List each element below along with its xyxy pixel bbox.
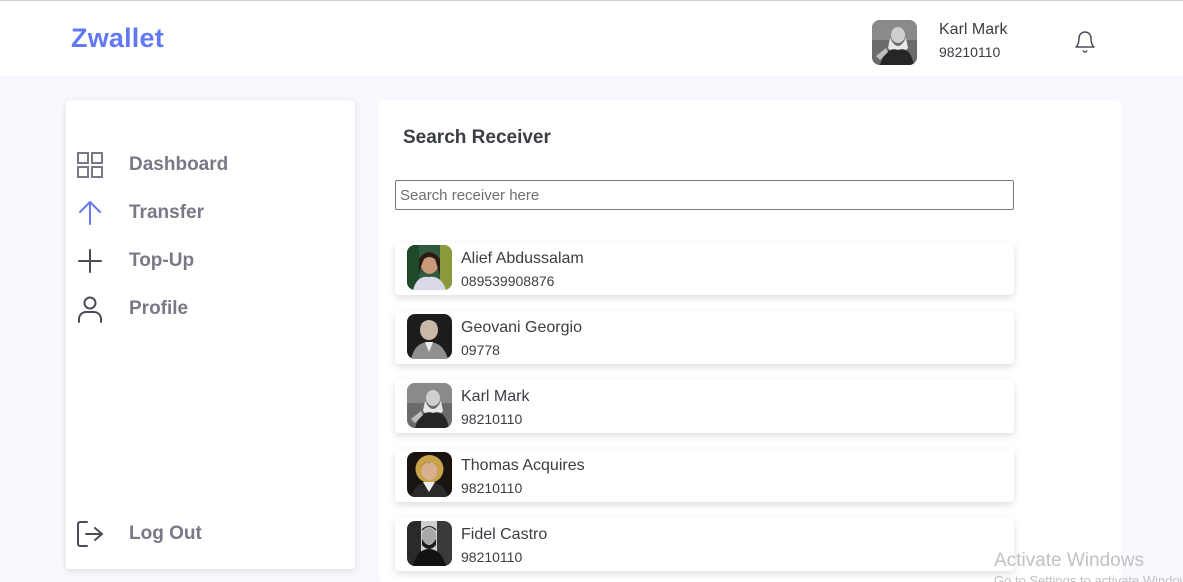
logout-label: Log Out <box>129 523 202 544</box>
receiver-name: Alief Abdussalam <box>461 250 584 267</box>
avatar <box>407 314 452 359</box>
receiver-name: Karl Mark <box>461 388 530 405</box>
receiver-card[interactable]: Alief Abdussalam 089539908876 <box>395 242 1014 295</box>
sidebar-item-dashboard[interactable]: Dashboard <box>76 148 336 182</box>
user-icon <box>76 295 104 323</box>
activate-windows-title: Activate Windows <box>994 550 1144 571</box>
avatar <box>407 452 452 497</box>
avatar <box>407 521 452 566</box>
receiver-phone: 98210110 <box>461 549 523 565</box>
sidebar-item-label: Dashboard <box>129 154 229 175</box>
receiver-card[interactable]: Fidel Castro 98210110 <box>395 518 1014 571</box>
sidebar-item-label: Profile <box>129 298 189 319</box>
receiver-name: Geovani Georgio <box>461 319 582 336</box>
receiver-card[interactable]: Karl Mark 98210110 <box>395 380 1014 433</box>
avatar-portrait-icon <box>872 20 917 65</box>
receiver-phone: 98210110 <box>461 480 523 496</box>
sidebar-item-profile[interactable]: Profile <box>76 292 336 326</box>
brand-logo[interactable]: Zwallet <box>71 23 164 54</box>
sidebar-item-transfer[interactable]: Transfer <box>76 196 336 230</box>
user-phone: 98210110 <box>939 44 1001 60</box>
avatar <box>407 245 452 290</box>
sidebar: Dashboard Transfer Top-Up Profile Log Ou… <box>66 100 355 569</box>
plus-icon <box>76 247 104 275</box>
arrow-up-icon <box>76 199 104 227</box>
header: Zwallet Karl Mark 98210110 <box>0 1 1183 76</box>
receiver-name: Fidel Castro <box>461 526 548 543</box>
logout-button[interactable]: Log Out <box>76 517 336 551</box>
receiver-phone: 09778 <box>461 342 500 358</box>
receiver-name: Thomas Acquires <box>461 457 585 474</box>
bell-icon[interactable] <box>1073 30 1097 54</box>
user-avatar[interactable] <box>872 20 917 65</box>
user-name: Karl Mark <box>939 21 1008 38</box>
sidebar-item-label: Top-Up <box>129 250 195 271</box>
sidebar-item-label: Transfer <box>129 202 204 223</box>
receiver-card[interactable]: Thomas Acquires 98210110 <box>395 449 1014 502</box>
main-panel: Search Receiver Alief Abdussalam 0895399… <box>379 100 1121 582</box>
grid-icon <box>76 151 104 179</box>
sidebar-item-topup[interactable]: Top-Up <box>76 244 336 278</box>
activate-windows-subtitle: Go to Settings to activate Windows. <box>994 573 1183 582</box>
avatar <box>407 383 452 428</box>
receiver-card[interactable]: Geovani Georgio 09778 <box>395 311 1014 364</box>
search-input[interactable] <box>395 180 1014 210</box>
receiver-phone: 98210110 <box>461 411 523 427</box>
page-title: Search Receiver <box>403 127 551 148</box>
receiver-phone: 089539908876 <box>461 273 555 289</box>
logout-icon <box>76 520 104 548</box>
